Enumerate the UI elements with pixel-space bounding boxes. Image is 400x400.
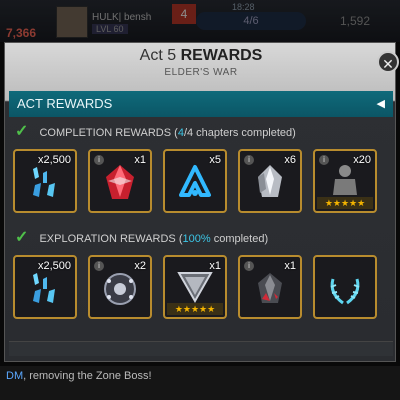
reward-item-white-crystal[interactable]: i x6: [238, 149, 302, 213]
red-crystal-icon: [106, 165, 134, 199]
chat-ticker: DM, removing the Zone Boss!: [0, 366, 400, 400]
checkmark-icon: ✓: [15, 123, 29, 140]
blue-tether-icon: [179, 165, 211, 197]
exploration-progress-text: completed): [210, 233, 269, 245]
panel-title: Act 5 REWARDS: [5, 47, 397, 65]
close-button[interactable]: ✕: [377, 51, 399, 73]
reward-item-red-crystal[interactable]: i x1: [88, 149, 152, 213]
exploration-progress-value: 100%: [182, 233, 211, 245]
completion-progress-text: /4 chapters completed): [183, 127, 296, 139]
exploration-rewards-header: ✓ EXPLORATION REWARDS (100% completed): [15, 229, 268, 247]
reward-item-dark-crystal[interactable]: i x1: [238, 255, 302, 319]
circuit-orb-icon: [104, 273, 136, 305]
chat-highlight[interactable]: DM: [6, 370, 23, 382]
dark-crystal-icon: [258, 273, 282, 303]
laurel-wreath-icon: [330, 278, 360, 305]
reward-item-circuit-orb[interactable]: i x2: [88, 255, 152, 319]
completion-label: COMPLETION REWARDS: [39, 127, 172, 139]
champion-silhouette-icon: [333, 165, 357, 195]
act-rewards-header[interactable]: ACT REWARDS ◀: [9, 91, 393, 117]
shards-icon: [33, 273, 55, 303]
white-crystal-icon: [258, 165, 282, 197]
collapse-arrow-icon[interactable]: ◀: [377, 91, 385, 117]
title-act: Act 5: [139, 47, 177, 64]
star-rating: ★★★★★: [167, 303, 223, 315]
close-icon: ✕: [382, 56, 394, 72]
checkmark-icon: ✓: [15, 229, 29, 246]
reward-item-shield-crystal[interactable]: x1 ★★★★★: [163, 255, 227, 319]
reward-item-shards[interactable]: x2,500: [13, 255, 77, 319]
chat-text: , removing the Zone Boss!: [23, 370, 152, 382]
completion-rewards-header: ✓ COMPLETION REWARDS (4/4 chapters compl…: [15, 123, 296, 141]
panel-subtitle: ELDER'S WAR: [164, 67, 238, 78]
star-rating: ★★★★★: [317, 197, 373, 209]
reward-item-laurel[interactable]: [313, 255, 377, 319]
next-section-bar: [9, 341, 393, 356]
rewards-panel: Act 5 REWARDS ELDER'S WAR ✕ ACT REWARDS …: [4, 42, 399, 362]
shield-crystal-icon: [177, 272, 213, 303]
act-rewards-label: ACT REWARDS: [17, 96, 113, 111]
shards-icon: [33, 167, 55, 197]
reward-item-blue-tether[interactable]: x5: [163, 149, 227, 213]
title-rewards: REWARDS: [180, 47, 263, 64]
reward-item-champion[interactable]: i x20 ★★★★★: [313, 149, 377, 213]
reward-item-shards[interactable]: x2,500: [13, 149, 77, 213]
exploration-label: EXPLORATION REWARDS: [39, 233, 176, 245]
